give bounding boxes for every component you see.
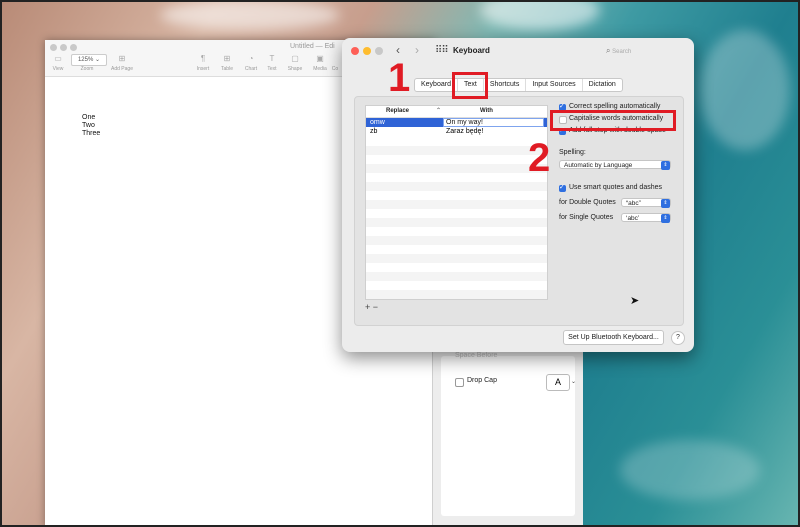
space-before-label: Space Before bbox=[455, 352, 498, 359]
double-quotes-label: for Double Quotes bbox=[559, 199, 616, 206]
toolbar-label-insert: Insert bbox=[196, 66, 210, 72]
toolbar-label-table: Table bbox=[221, 66, 233, 72]
mouse-pointer-icon: ➤ bbox=[630, 295, 640, 307]
forward-arrow-icon[interactable]: › bbox=[415, 43, 419, 57]
smart-quotes-checkbox[interactable] bbox=[559, 183, 566, 192]
empty-row bbox=[366, 254, 547, 263]
table-icon[interactable]: ⊞ bbox=[214, 54, 240, 63]
with-cell[interactable]: Zaraz będę! bbox=[446, 127, 483, 136]
add-page-icon[interactable]: ⊞ bbox=[109, 54, 135, 63]
step-1-marker: 1 bbox=[388, 56, 411, 100]
surf-foam bbox=[160, 0, 340, 30]
show-all-grid-icon[interactable]: ⠿⠿ bbox=[435, 45, 449, 56]
replacement-table[interactable]: Replace ⌃ With omw On my way! zb Zaraz b… bbox=[365, 105, 548, 300]
close-button[interactable] bbox=[351, 47, 359, 55]
highlight-text-tab bbox=[452, 72, 488, 99]
spelling-language-select[interactable]: Automatic by Language ⇕ bbox=[559, 160, 671, 170]
drop-cap-style-picker[interactable]: A bbox=[546, 374, 570, 391]
updown-chevron-icon: ⇕ bbox=[661, 214, 670, 223]
drop-cap-style-glyph: A bbox=[554, 377, 561, 387]
inspector-panel: Space Before Drop Cap A ⌄ bbox=[441, 352, 576, 516]
media-icon[interactable]: ▣ bbox=[307, 54, 333, 63]
toolbar-label-comment: Co bbox=[331, 66, 339, 72]
format-inspector: Space Before Drop Cap A ⌄ bbox=[432, 350, 583, 527]
empty-row bbox=[366, 200, 547, 209]
table-row[interactable]: zb Zaraz będę! bbox=[366, 127, 547, 136]
replace-cell[interactable]: omw bbox=[370, 118, 385, 127]
chevron-down-icon[interactable]: ⌄ bbox=[571, 378, 576, 385]
surf-foam bbox=[620, 440, 760, 500]
zoom-button[interactable] bbox=[375, 47, 383, 55]
search-placeholder: Search bbox=[612, 49, 632, 55]
window-title: Untitled — Edi bbox=[290, 43, 335, 50]
minimize-traffic-light[interactable] bbox=[60, 44, 67, 51]
step-2-marker: 2 bbox=[528, 136, 551, 180]
document-line[interactable]: Two bbox=[82, 122, 95, 129]
empty-row bbox=[366, 272, 547, 281]
tab-input-sources[interactable]: Input Sources bbox=[526, 79, 583, 91]
empty-row bbox=[366, 290, 547, 299]
toolbar-label-shape: Shape bbox=[287, 66, 303, 72]
insert-icon[interactable]: ¶ bbox=[190, 54, 216, 63]
column-header-with[interactable]: With bbox=[480, 108, 493, 114]
minimize-button[interactable] bbox=[363, 47, 371, 55]
toolbar-label-add-page: Add Page bbox=[111, 66, 133, 72]
tab-bar: Keyboard Text Shortcuts Input Sources Di… bbox=[414, 78, 623, 92]
toolbar-label-view: View bbox=[52, 66, 64, 72]
document-line[interactable]: One bbox=[82, 114, 95, 121]
updown-chevron-icon: ⇕ bbox=[661, 199, 670, 208]
smart-quotes-label: Use smart quotes and dashes bbox=[569, 184, 662, 191]
zoom-traffic-light[interactable] bbox=[70, 44, 77, 51]
sort-ascending-icon: ⌃ bbox=[436, 108, 442, 114]
search-field[interactable]: ⌕ Search bbox=[606, 44, 681, 57]
spelling-label: Spelling: bbox=[559, 149, 586, 156]
single-quotes-select[interactable]: ‘abc’ ⇕ bbox=[621, 213, 671, 223]
help-button[interactable]: ? bbox=[671, 331, 685, 345]
highlight-capitalise-option bbox=[550, 110, 676, 131]
add-remove-buttons[interactable]: + − bbox=[365, 303, 391, 313]
single-quotes-label: for Single Quotes bbox=[559, 214, 614, 221]
document-line[interactable]: Three bbox=[82, 130, 100, 137]
back-arrow-icon[interactable]: ‹ bbox=[396, 43, 400, 57]
spelling-language-value: Automatic by Language bbox=[564, 162, 633, 169]
window-title: Keyboard bbox=[453, 46, 490, 55]
zoom-select[interactable]: 125% ⌄ bbox=[71, 54, 107, 66]
tab-dictation[interactable]: Dictation bbox=[583, 79, 622, 91]
empty-row bbox=[366, 182, 547, 191]
replace-cell[interactable]: zb bbox=[370, 127, 377, 136]
drop-cap-checkbox[interactable] bbox=[455, 378, 464, 387]
empty-row bbox=[366, 218, 547, 227]
empty-row bbox=[366, 146, 547, 155]
empty-row bbox=[366, 236, 547, 245]
correct-spelling-label: Correct spelling automatically bbox=[569, 103, 661, 110]
view-icon[interactable]: ▭ bbox=[45, 54, 71, 63]
double-quotes-select[interactable]: “abc” ⇕ bbox=[621, 198, 671, 208]
search-icon: ⌕ bbox=[606, 46, 611, 55]
updown-chevron-icon: ⇕ bbox=[661, 161, 670, 170]
table-row[interactable]: omw On my way! bbox=[366, 118, 547, 127]
table-header: Replace ⌃ With bbox=[366, 106, 547, 118]
column-header-replace[interactable]: Replace bbox=[386, 108, 409, 114]
toolbar-label-zoom: Zoom bbox=[80, 66, 94, 72]
surf-foam bbox=[700, 30, 790, 150]
single-quotes-value: ‘abc’ bbox=[626, 215, 640, 222]
drop-cap-label: Drop Cap bbox=[467, 377, 497, 384]
surf-foam bbox=[480, 0, 600, 30]
double-quotes-value: “abc” bbox=[626, 200, 641, 207]
close-traffic-light[interactable] bbox=[50, 44, 57, 51]
tab-shortcuts[interactable]: Shortcuts bbox=[484, 79, 527, 91]
with-cell-editing[interactable]: On my way! bbox=[443, 118, 544, 127]
empty-row bbox=[366, 164, 547, 173]
setup-bluetooth-keyboard-button[interactable]: Set Up Bluetooth Keyboard... bbox=[563, 330, 664, 345]
shape-icon[interactable]: ▢ bbox=[282, 54, 308, 63]
